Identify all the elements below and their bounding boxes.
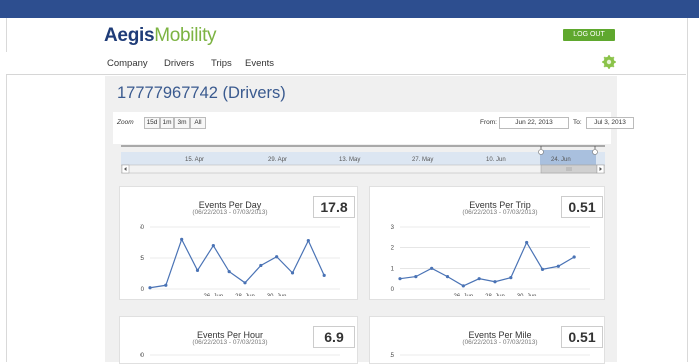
y-tick-label: 15 <box>390 353 395 359</box>
data-point[interactable] <box>540 267 545 271</box>
data-point[interactable] <box>398 277 402 281</box>
navigator-tick: 13. May <box>339 157 360 163</box>
data-point[interactable] <box>509 276 513 280</box>
data-point[interactable] <box>572 255 576 259</box>
logout-button[interactable]: LOG OUT <box>563 29 615 41</box>
data-point[interactable] <box>306 239 310 243</box>
data-point[interactable] <box>227 270 231 274</box>
zoom-15d-button[interactable]: 15d <box>144 117 160 129</box>
gear-icon[interactable] <box>602 55 616 69</box>
card-value: 17.8 <box>313 196 355 218</box>
x-tick-label: 28. Jun <box>485 294 505 296</box>
nav-events[interactable]: Events <box>245 58 274 69</box>
nav-trips[interactable]: Trips <box>211 58 232 69</box>
events-per-mile-chart: 15 <box>390 353 590 359</box>
nav-drivers[interactable]: Drivers <box>164 58 194 69</box>
y-tick-label: 2 <box>391 246 395 252</box>
data-point[interactable] <box>477 277 481 281</box>
from-label: From: <box>480 119 497 126</box>
zoom-all-button[interactable]: All <box>190 117 206 129</box>
data-point[interactable] <box>275 255 279 259</box>
card-value: 0.51 <box>561 326 603 348</box>
y-tick-label: 50 <box>140 225 145 231</box>
data-point[interactable] <box>414 275 418 279</box>
events-per-trip-chart: 0 1 2 3 26. Jun 28. Jun 30. Jun <box>391 225 590 296</box>
range-navigator[interactable]: 15. Apr 29. Apr 13. May 27. May 10. Jun … <box>121 145 605 175</box>
x-tick-label: 26. Jun <box>203 294 223 296</box>
zoom-3m-button[interactable]: 3m <box>174 117 190 129</box>
data-point[interactable] <box>525 240 529 245</box>
zoom-1m-button[interactable]: 1m <box>160 117 174 129</box>
x-tick-label: 30. Jun <box>267 294 287 296</box>
card-subtitle: (06/22/2013 - 07/03/2013) <box>192 209 268 216</box>
x-tick-label: 28. Jun <box>235 294 255 296</box>
top-bar <box>0 0 699 18</box>
navigator-tick: 10. Jun <box>486 157 506 163</box>
data-point[interactable] <box>164 283 168 287</box>
y-tick-label: 0 <box>141 287 145 293</box>
data-point[interactable] <box>461 284 465 288</box>
zoom-label: Zoom <box>117 119 134 126</box>
data-point[interactable] <box>556 264 560 268</box>
data-point[interactable] <box>180 237 184 241</box>
data-point[interactable] <box>259 263 263 268</box>
page-title: 17777967742 (Drivers) <box>117 84 286 102</box>
series-line <box>399 241 575 287</box>
data-point[interactable] <box>322 273 326 277</box>
to-date-input[interactable]: Jul 3, 2013 <box>586 117 634 129</box>
navigator-scrollbar[interactable] <box>121 164 605 174</box>
data-point[interactable] <box>430 266 434 270</box>
y-tick-label: 200 <box>140 353 145 359</box>
data-point[interactable] <box>445 275 450 279</box>
data-point[interactable] <box>195 268 200 272</box>
navigator-scrollbar-thumb[interactable] <box>540 164 598 174</box>
navigator-tick: 15. Apr <box>185 157 204 163</box>
y-tick-label: 3 <box>391 225 395 231</box>
navigator-tick: 27. May <box>412 157 433 163</box>
y-tick-label: 1 <box>391 266 395 272</box>
data-point[interactable] <box>290 271 295 275</box>
card-subtitle: (06/22/2013 - 07/03/2013) <box>462 339 538 346</box>
data-point[interactable] <box>493 280 497 284</box>
y-tick-label: 25 <box>140 256 145 262</box>
to-label: To: <box>573 119 582 126</box>
card-value: 6.9 <box>313 326 355 348</box>
navigator-right-handle[interactable] <box>592 149 598 155</box>
nav-company[interactable]: Company <box>107 58 148 69</box>
data-point[interactable] <box>243 281 247 285</box>
y-tick-label: 0 <box>391 287 395 293</box>
brand-logo[interactable]: AegisMobility <box>104 25 217 47</box>
data-point[interactable] <box>211 244 215 248</box>
navigator-tick: 24. Jun <box>551 157 571 163</box>
card-subtitle: (06/22/2013 - 07/03/2013) <box>462 209 538 216</box>
x-tick-label: 26. Jun <box>453 294 473 296</box>
events-per-day-chart: 0 25 50 26. Jun 28. Jun 30. Jun <box>140 225 340 296</box>
data-point[interactable] <box>148 286 152 290</box>
navigator-tick: 29. Apr <box>268 157 287 163</box>
card-value: 0.51 <box>561 196 603 218</box>
brand-logo-part1: Aegis <box>104 25 155 46</box>
brand-logo-part2: Mobility <box>154 25 217 46</box>
from-date-input[interactable]: Jun 22, 2013 <box>499 117 569 129</box>
card-subtitle: (06/22/2013 - 07/03/2013) <box>192 339 268 346</box>
x-tick-label: 30. Jun <box>517 294 537 296</box>
series-line <box>149 237 325 289</box>
navigator-left-handle[interactable] <box>538 149 544 155</box>
events-per-hour-chart: 200 <box>140 353 340 359</box>
